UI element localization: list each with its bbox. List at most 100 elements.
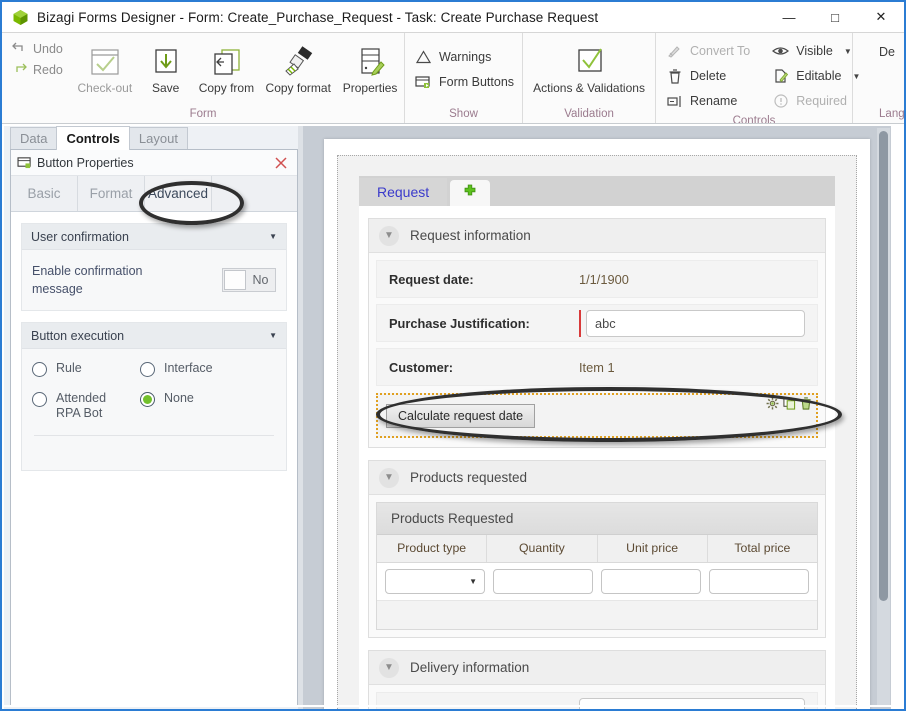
tab-data[interactable]: Data bbox=[10, 127, 58, 150]
tab-controls[interactable]: Controls bbox=[56, 126, 130, 150]
radio-circle bbox=[140, 362, 155, 377]
subtab-basic[interactable]: Basic bbox=[11, 176, 78, 211]
section-header[interactable]: ▼ Products requested bbox=[369, 461, 825, 495]
group-title: Button execution bbox=[31, 328, 125, 343]
cell-total-price bbox=[705, 569, 813, 594]
properties-header: Button Properties bbox=[11, 150, 297, 176]
properties-button[interactable]: Properties bbox=[336, 37, 404, 95]
copy-format-button[interactable]: Copy format bbox=[260, 37, 336, 95]
purchase-justification-input[interactable]: abc bbox=[586, 309, 805, 337]
scrollbar-thumb[interactable] bbox=[879, 131, 888, 601]
radio-attended-rpa-bot[interactable]: Attended RPA Bot bbox=[32, 391, 140, 421]
canvas-vertical-scrollbar[interactable] bbox=[877, 128, 890, 707]
close-button[interactable]: ✕ bbox=[858, 2, 904, 32]
actions-validations-label: Actions & Validations bbox=[533, 81, 645, 95]
cell-unit-price bbox=[597, 569, 705, 594]
form-body: ▼ Request information Request date: 1/1/… bbox=[359, 206, 835, 709]
tab-layout[interactable]: Layout bbox=[128, 127, 188, 150]
radio-label: Rule bbox=[56, 361, 82, 375]
radio-none[interactable]: None bbox=[140, 391, 276, 421]
form-tab-request[interactable]: Request bbox=[359, 178, 448, 206]
group-header-user-confirmation[interactable]: User confirmation ▼ bbox=[22, 224, 286, 250]
gear-settings-icon[interactable] bbox=[766, 397, 779, 415]
copy-format-brush-icon bbox=[280, 39, 316, 79]
actions-validations-button[interactable]: Actions & Validations bbox=[523, 37, 655, 95]
button-properties-icon bbox=[17, 156, 35, 169]
section-title: Request information bbox=[410, 228, 531, 243]
control-toolbar bbox=[766, 397, 812, 415]
check-out-button[interactable]: Check-out bbox=[71, 37, 139, 95]
radio-circle-selected bbox=[140, 392, 155, 407]
radio-rule[interactable]: Rule bbox=[32, 361, 140, 377]
chevron-down-icon[interactable]: ▼ bbox=[379, 225, 399, 246]
redo-arrow-icon bbox=[12, 62, 27, 78]
chevron-down-icon[interactable]: ▼ bbox=[379, 467, 399, 488]
group-header-button-execution[interactable]: Button execution ▼ bbox=[22, 323, 286, 349]
section-header[interactable]: ▼ Delivery information bbox=[369, 651, 825, 685]
selected-button-control[interactable]: Calculate request date bbox=[376, 393, 818, 438]
delete-label: Delete bbox=[690, 69, 727, 83]
convert-to-button[interactable]: Convert To bbox=[666, 40, 750, 62]
copy-format-label: Copy format bbox=[265, 81, 331, 95]
delete-button[interactable]: Delete bbox=[666, 65, 750, 87]
form-buttons-button[interactable]: Form Buttons bbox=[415, 71, 514, 93]
window-bottom-edge bbox=[4, 705, 904, 707]
ribbon-group-form: Undo Redo Check-out Save Copy from Copy … bbox=[2, 33, 405, 123]
total-price-input[interactable] bbox=[709, 569, 809, 594]
subtab-format[interactable]: Format bbox=[78, 176, 145, 211]
chevron-down-icon[interactable]: ▼ bbox=[379, 657, 399, 678]
group-button-execution: Button execution ▼ Rule Interface Attend… bbox=[21, 322, 287, 471]
products-requested-table: Products Requested Product type Quantity… bbox=[376, 502, 818, 630]
quantity-input[interactable] bbox=[493, 569, 593, 594]
group-user-confirmation: User confirmation ▼ Enable confirmation … bbox=[21, 223, 287, 311]
rename-button[interactable]: Rename bbox=[666, 90, 750, 112]
group-title: User confirmation bbox=[31, 229, 129, 244]
copy-from-button[interactable]: Copy from bbox=[192, 37, 260, 95]
duplicate-copy-icon[interactable] bbox=[783, 397, 796, 415]
application-window: Bizagi Forms Designer - Form: Create_Pur… bbox=[0, 0, 906, 711]
redo-button[interactable]: Redo bbox=[12, 62, 63, 78]
unit-price-input[interactable] bbox=[601, 569, 701, 594]
delete-trash-icon[interactable] bbox=[800, 397, 812, 415]
enable-confirmation-toggle[interactable]: No bbox=[222, 268, 276, 292]
maximize-button[interactable]: □ bbox=[812, 2, 858, 32]
chevron-down-icon[interactable]: ▼ bbox=[269, 331, 277, 340]
save-button[interactable]: Save bbox=[139, 37, 193, 95]
close-x-icon[interactable] bbox=[271, 153, 291, 173]
properties-subtabs: Basic Format Advanced bbox=[11, 176, 297, 212]
add-tab-button[interactable] bbox=[450, 180, 491, 206]
radio-label: Interface bbox=[164, 361, 213, 375]
language-clipped-button[interactable]: De bbox=[879, 45, 895, 59]
ribbon-group-language: De Langu bbox=[853, 33, 904, 123]
radio-interface[interactable]: Interface bbox=[140, 361, 276, 377]
ribbon-group-label-validation: Validation bbox=[564, 108, 614, 120]
product-type-select[interactable]: ▼ bbox=[385, 569, 485, 594]
chevron-down-icon[interactable]: ▼ bbox=[269, 232, 277, 241]
radio-circle bbox=[32, 362, 47, 377]
chevron-down-icon[interactable]: ▼ bbox=[844, 47, 852, 56]
warnings-button[interactable]: Warnings bbox=[415, 46, 514, 68]
calculate-request-date-button[interactable]: Calculate request date bbox=[386, 403, 536, 428]
properties-header-title: Button Properties bbox=[37, 155, 134, 170]
radio-label: Attended RPA Bot bbox=[56, 391, 107, 420]
add-plus-icon bbox=[463, 184, 477, 203]
panel-tabstrip: Data Controls Layout bbox=[10, 126, 188, 150]
required-button[interactable]: Required bbox=[772, 90, 860, 112]
delivery-input[interactable] bbox=[579, 697, 805, 709]
editable-button[interactable]: Editable ▼ bbox=[772, 65, 860, 87]
visible-button[interactable]: Visible ▼ bbox=[772, 40, 860, 62]
save-label: Save bbox=[151, 81, 180, 95]
section-header[interactable]: ▼ Request information bbox=[369, 219, 825, 253]
undo-label: Undo bbox=[33, 42, 63, 56]
required-indicator bbox=[579, 309, 581, 337]
section-request-information: ▼ Request information Request date: 1/1/… bbox=[368, 218, 826, 448]
properties-label: Properties bbox=[342, 81, 398, 95]
check-out-label: Check-out bbox=[77, 81, 133, 95]
enable-confirmation-row: Enable confirmation message No bbox=[32, 262, 276, 298]
form-tabbar: Request bbox=[359, 176, 835, 206]
undo-button[interactable]: Undo bbox=[12, 41, 63, 57]
subtab-advanced[interactable]: Advanced bbox=[145, 176, 212, 211]
field-row-customer: Customer: Item 1 bbox=[376, 348, 818, 386]
minimize-button[interactable]: — bbox=[766, 2, 812, 32]
field-value: Item 1 bbox=[579, 359, 615, 375]
